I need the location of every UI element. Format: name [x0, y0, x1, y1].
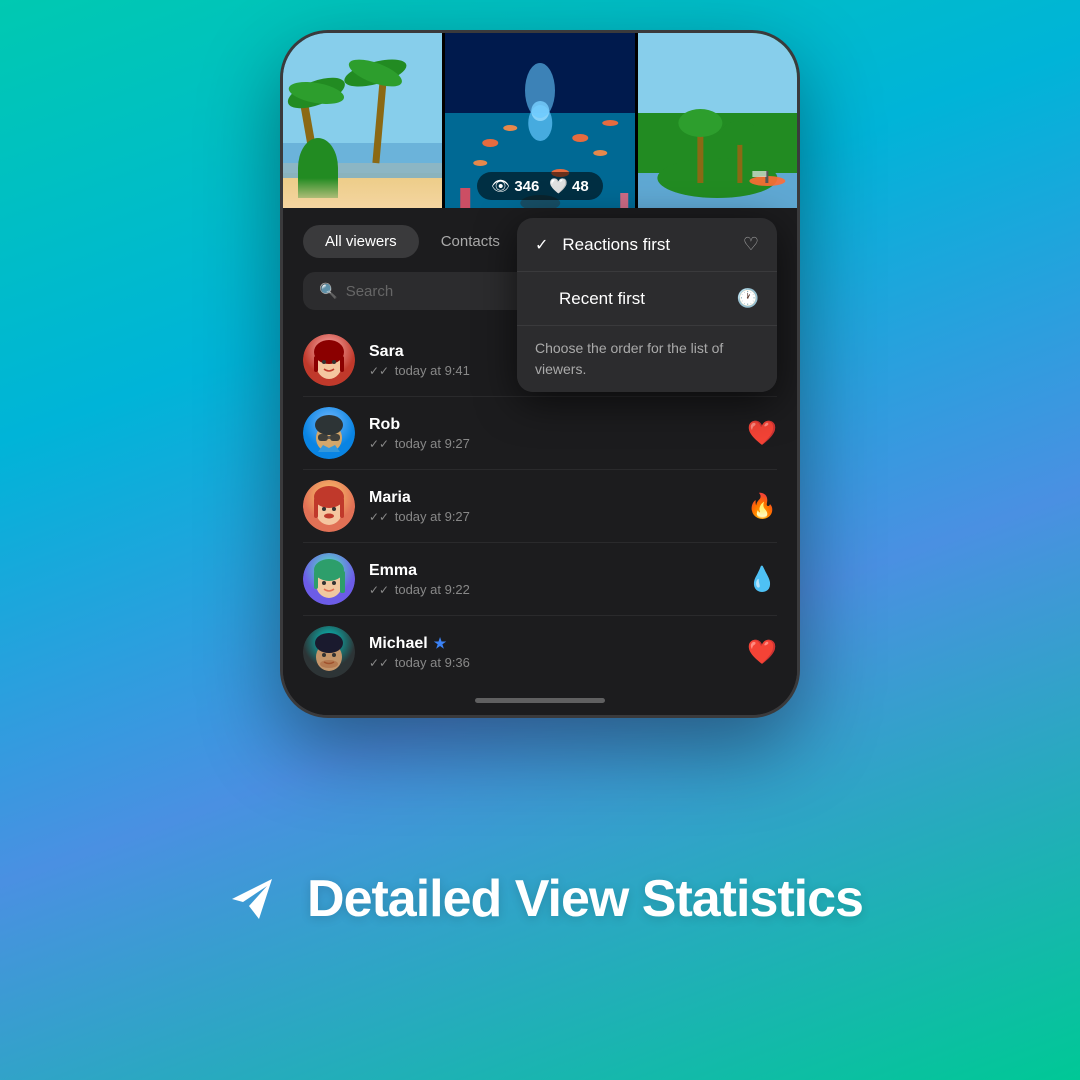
viewer-info: Emma ✓✓ today at 9:22: [369, 562, 747, 597]
viewer-time: ✓✓ today at 9:36: [369, 655, 747, 670]
viewer-time: ✓✓ today at 9:27: [369, 509, 747, 524]
viewer-info: Maria ✓✓ today at 9:27: [369, 489, 747, 524]
reactions-first-label: ✓ Reactions first: [535, 235, 670, 255]
media-stats: 👁 346 🤍 48: [445, 172, 636, 200]
media-grid: 👁 346 🤍 48: [283, 33, 797, 208]
view-stat: 👁 346: [491, 177, 539, 195]
sort-dropdown: ✓ Reactions first ♡ Recent first 🕐 Choos…: [517, 218, 777, 392]
list-item[interactable]: Michael ★ ✓✓ today at 9:36 ❤️: [303, 616, 777, 688]
tooltip-text: Choose the order for the list of viewers…: [535, 338, 759, 380]
home-indicator: [475, 698, 605, 703]
page-wrapper: 👁 346 🤍 48: [0, 0, 1080, 1080]
reaction-emoji: ❤️: [747, 419, 777, 448]
reaction-emoji: 🔥: [747, 492, 777, 521]
avatar: [303, 553, 355, 605]
list-item[interactable]: Rob ✓✓ today at 9:27 ❤️: [303, 397, 777, 470]
reactions-first-text: Reactions first: [562, 235, 670, 255]
read-checkmark: ✓✓: [369, 364, 389, 378]
heart-outline-icon: ♡: [743, 234, 759, 255]
avatar: [303, 334, 355, 386]
viewer-time: ✓✓ today at 9:27: [369, 436, 747, 451]
avatar: [303, 407, 355, 459]
tab-all-viewers[interactable]: All viewers: [303, 225, 419, 258]
read-checkmark: ✓✓: [369, 510, 389, 524]
phone-mockup: 👁 346 🤍 48: [280, 30, 800, 718]
recent-first-label: Recent first: [535, 289, 645, 309]
recent-first-text: Recent first: [559, 289, 645, 309]
viewer-name: Maria: [369, 489, 747, 507]
telegram-logo-icon: [217, 864, 287, 934]
clock-icon: 🕐: [737, 288, 759, 309]
viewer-info: Michael ★ ✓✓ today at 9:36: [369, 635, 747, 670]
read-checkmark: ✓✓: [369, 656, 389, 670]
media-cell-center: 👁 346 🤍 48: [445, 33, 636, 208]
dropdown-item-reactions-first[interactable]: ✓ Reactions first ♡: [517, 218, 777, 272]
viewer-name: Rob: [369, 416, 747, 434]
viewer-name: Michael ★: [369, 635, 747, 653]
read-checkmark: ✓✓: [369, 437, 389, 451]
search-icon: 🔍: [319, 282, 338, 300]
viewer-time: ✓✓ today at 9:22: [369, 582, 747, 597]
list-item[interactable]: Emma ✓✓ today at 9:22 💧: [303, 543, 777, 616]
tab-contacts[interactable]: Contacts: [419, 225, 522, 258]
avatar: [303, 480, 355, 532]
reaction-emoji: ❤️: [747, 638, 777, 667]
heart-icon: 🤍: [549, 177, 568, 195]
checkmark-selected-icon: ✓: [535, 235, 548, 255]
tabs-group: All viewers Contacts: [303, 225, 522, 258]
search-placeholder: Search: [346, 283, 394, 300]
tooltip-box: Choose the order for the list of viewers…: [517, 325, 777, 392]
eye-icon: 👁: [491, 177, 510, 195]
like-stat: 🤍 48: [549, 177, 588, 195]
reaction-emoji: 💧: [747, 565, 777, 594]
footer-section: Detailed View Statistics: [157, 718, 923, 1080]
viewer-info: Rob ✓✓ today at 9:27: [369, 416, 747, 451]
media-cell-right: [638, 33, 797, 208]
footer-title: Detailed View Statistics: [307, 869, 863, 929]
view-count: 346: [514, 178, 539, 195]
read-checkmark: ✓✓: [369, 583, 389, 597]
list-item[interactable]: Maria ✓✓ today at 9:27 🔥: [303, 470, 777, 543]
dropdown-item-recent-first[interactable]: Recent first 🕐: [517, 272, 777, 325]
like-count: 48: [572, 178, 589, 195]
avatar: [303, 626, 355, 678]
media-cell-left: [283, 33, 442, 208]
premium-star-badge: ★: [434, 635, 447, 652]
viewer-name: Emma: [369, 562, 747, 580]
